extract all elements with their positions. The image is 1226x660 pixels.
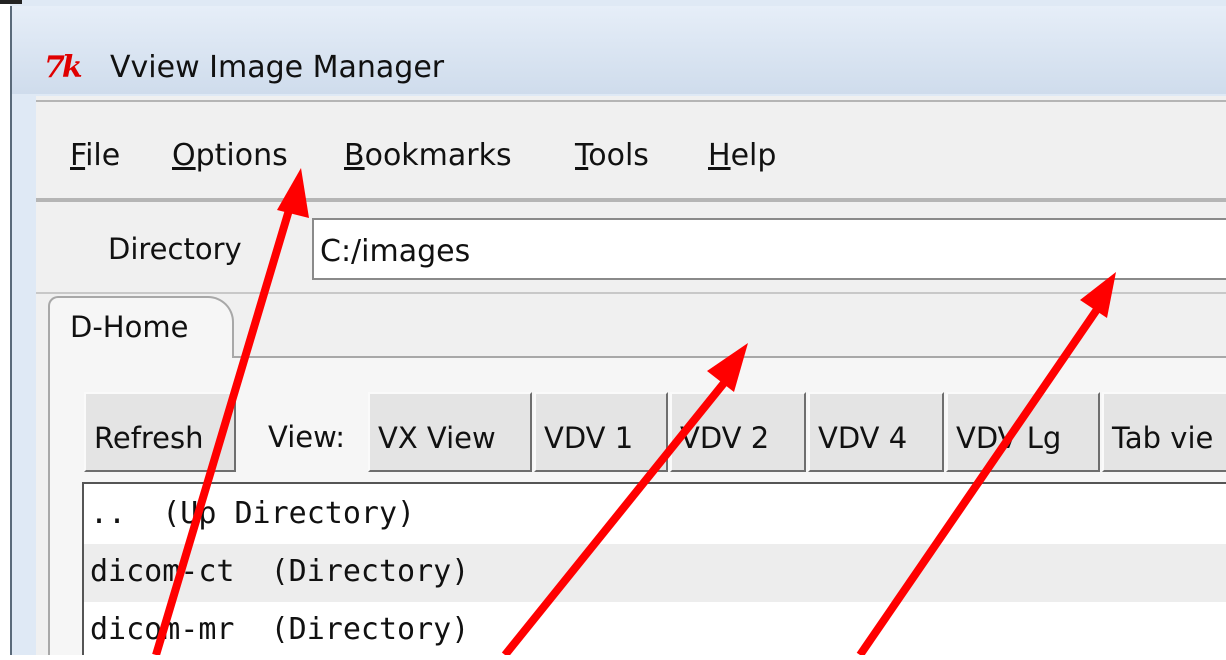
tab-d-home-label: D-Home — [70, 310, 189, 344]
menu-bookmarks[interactable]: Bookmarks — [344, 138, 512, 173]
menu-help-mnemonic: H — [708, 138, 731, 173]
refresh-button[interactable]: Refresh — [84, 392, 236, 472]
list-item[interactable]: dicom-mr (Directory) — [84, 602, 1226, 660]
notebook-separator — [36, 292, 1226, 294]
directory-label: Directory — [108, 232, 242, 266]
view-vdv4-button[interactable]: VDV 4 — [808, 392, 944, 472]
menu-options-label: ptions — [195, 138, 288, 173]
menu-help-label: elp — [730, 138, 777, 173]
list-item[interactable]: dicom-ct (Directory) — [84, 544, 1226, 602]
menu-file-label: ile — [85, 138, 121, 173]
desktop-edge — [0, 0, 10, 655]
menu-options[interactable]: Options — [172, 138, 288, 173]
menu-bookmarks-label: ookmarks — [364, 138, 512, 173]
tk-logo-icon: 7k — [44, 50, 83, 85]
menu-options-mnemonic: O — [172, 138, 196, 173]
menu-file-mnemonic: F — [70, 138, 86, 173]
directory-input[interactable]: C:/images — [312, 218, 1226, 280]
window-border — [10, 6, 12, 655]
view-tab-view-button[interactable]: Tab vie — [1102, 392, 1226, 472]
view-vdv-lg-button[interactable]: VDV Lg — [946, 392, 1100, 472]
toolbar-separator — [36, 200, 1226, 202]
menu-bookmarks-mnemonic: B — [344, 138, 365, 173]
window-title: Vview Image Manager — [110, 50, 445, 85]
window-corner — [0, 0, 22, 4]
menu-tools[interactable]: Tools — [575, 138, 649, 173]
menu-help[interactable]: Help — [708, 138, 776, 173]
menu-tools-label: ools — [588, 138, 649, 173]
view-vdv2-button[interactable]: VDV 2 — [670, 392, 806, 472]
view-vdv1-button[interactable]: VDV 1 — [534, 392, 668, 472]
list-item[interactable]: .. (Up Directory) — [84, 486, 1226, 544]
menu-file[interactable]: File — [70, 138, 120, 173]
menu-tools-mnemonic: T — [575, 138, 589, 173]
view-label: View: — [268, 420, 346, 454]
view-vx-view-button[interactable]: VX View — [368, 392, 532, 472]
